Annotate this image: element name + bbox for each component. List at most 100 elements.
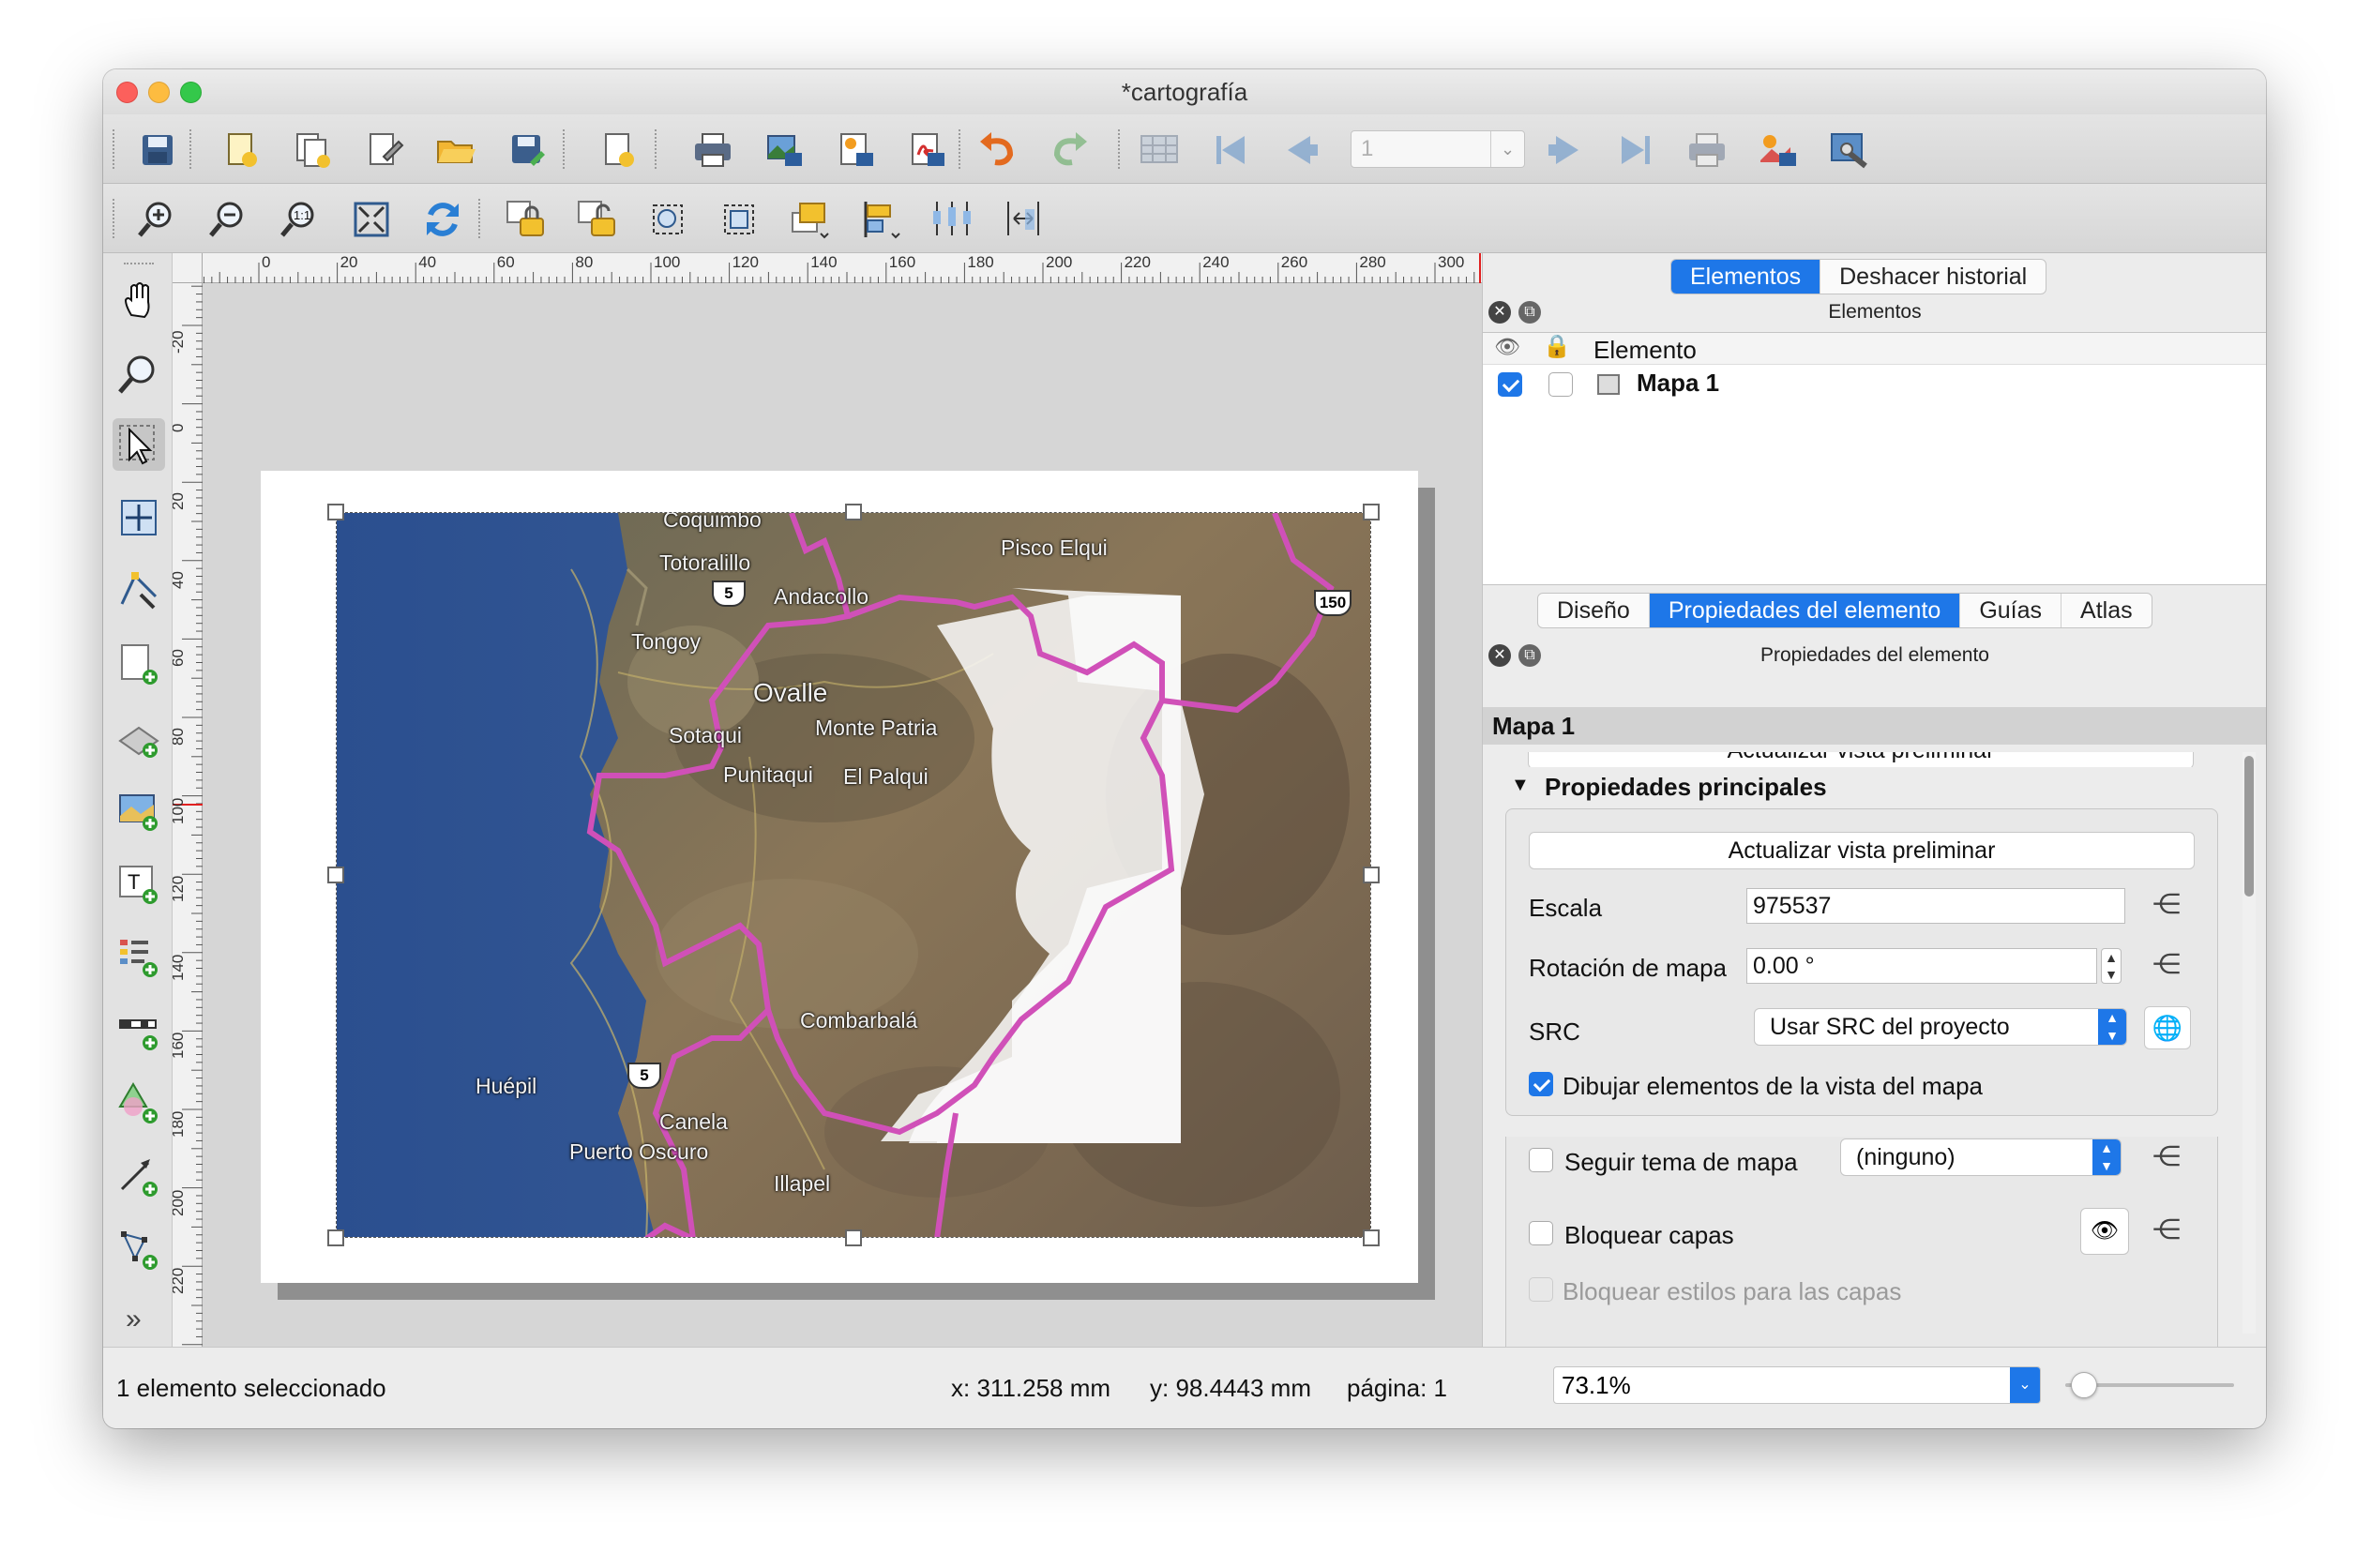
add-polygon-tool-icon[interactable] [113, 1223, 165, 1275]
tab-diseno[interactable]: Diseño [1538, 594, 1650, 627]
resize-items-icon[interactable] [1002, 197, 1047, 242]
atlas-export-icon[interactable] [1756, 128, 1801, 173]
export-image-icon[interactable] [762, 128, 807, 173]
close-dock-icon[interactable]: ✕ [1488, 644, 1511, 667]
add-page-tool-icon[interactable] [113, 638, 165, 690]
add-scalebar-tool-icon[interactable] [113, 1003, 165, 1056]
tab-propiedades-del-elemento[interactable]: Propiedades del elemento [1649, 594, 1961, 627]
visibility-presets-eye-icon[interactable]: 👁 [2080, 1208, 2129, 1255]
resize-handle[interactable] [1363, 504, 1380, 520]
add-label-tool-icon[interactable]: T [113, 857, 165, 910]
close-window-button[interactable] [116, 82, 138, 103]
atlas-preview-icon[interactable] [1137, 128, 1182, 173]
lock-layers-checkbox[interactable] [1529, 1221, 1553, 1245]
resize-handle[interactable] [327, 504, 344, 520]
visibility-checkbox[interactable] [1498, 372, 1522, 397]
horizontal-ruler[interactable]: 0 20 40 60 80 100 120 140 160 180 200 220 240 260 280 3… [203, 253, 1482, 283]
zoom-tool-icon[interactable] [113, 347, 165, 400]
atlas-last-icon[interactable] [1613, 128, 1658, 173]
clipped-update-preview-button[interactable]: Actualizar vista preliminar [1528, 752, 2194, 767]
update-preview-button[interactable]: Actualizar vista preliminar [1529, 832, 2195, 869]
resize-handle[interactable] [845, 1229, 862, 1246]
data-defined-override-icon[interactable]: ⋲ [2142, 1138, 2191, 1176]
crs-globe-icon[interactable]: 🌐 [2144, 1006, 2191, 1049]
unlock-items-icon[interactable] [574, 197, 619, 242]
zoom-actual-icon[interactable]: 1:1 [278, 197, 323, 242]
redo-icon[interactable] [1047, 128, 1092, 173]
atlas-page-combo[interactable]: 1 ⌄ [1351, 130, 1525, 168]
distribute-items-icon[interactable] [930, 197, 975, 242]
save-project-icon[interactable] [135, 128, 180, 173]
tab-guias[interactable]: Guías [1960, 594, 2062, 627]
atlas-first-icon[interactable] [1208, 128, 1253, 173]
atlas-print-icon[interactable] [1684, 128, 1729, 173]
resize-handle[interactable] [327, 867, 344, 883]
raise-items-icon[interactable] [788, 197, 833, 242]
add-arrow-tool-icon[interactable] [113, 1150, 165, 1202]
export-pdf-icon[interactable] [904, 128, 949, 173]
zoom-window-button[interactable] [180, 82, 202, 103]
zoom-full-icon[interactable] [349, 197, 394, 242]
composer-manager-icon[interactable] [362, 128, 407, 173]
align-items-icon[interactable] [859, 197, 904, 242]
map-item[interactable]: Coquimbo Totoralillo Andacollo Pisco Elqui T… [336, 512, 1371, 1238]
resize-handle[interactable] [1363, 867, 1380, 883]
open-template-icon[interactable] [433, 128, 478, 173]
draw-map-items-checkbox[interactable] [1529, 1072, 1553, 1096]
layout-canvas[interactable]: 0 20 40 60 80 100 120 140 160 180 200 220 240 260 280 3… [173, 253, 1482, 1347]
minimize-window-button[interactable] [148, 82, 170, 103]
lock-styles-checkbox[interactable] [1529, 1277, 1553, 1302]
more-tools-icon[interactable]: » [126, 1304, 142, 1335]
add-page-icon[interactable] [597, 128, 642, 173]
pan-tool-icon[interactable] [113, 274, 165, 326]
tree-item-label[interactable]: Mapa 1 [1637, 369, 1719, 398]
float-dock-icon[interactable]: ⧉ [1518, 301, 1541, 324]
add-shape-tool-icon[interactable] [113, 1077, 165, 1129]
export-svg-icon[interactable] [833, 128, 878, 173]
duplicate-composer-icon[interactable] [291, 128, 336, 173]
lock-items-icon[interactable] [503, 197, 548, 242]
atlas-settings-icon[interactable] [1827, 128, 1872, 173]
zoom-out-icon[interactable] [206, 197, 251, 242]
resize-handle[interactable] [327, 1229, 344, 1246]
edit-nodes-tool-icon[interactable] [113, 565, 165, 617]
elements-tree[interactable]: 👁 🔒 Elemento Mapa 1 [1483, 332, 2266, 585]
float-dock-icon[interactable]: ⧉ [1518, 644, 1541, 667]
tab-atlas[interactable]: Atlas [2061, 594, 2152, 627]
zoom-in-icon[interactable] [135, 197, 180, 242]
undo-icon[interactable] [975, 128, 1020, 173]
group-items-icon[interactable] [645, 197, 690, 242]
vertical-ruler[interactable]: -20 0 20 40 60 80 100 120 140 160 180 200 220 [173, 283, 203, 1347]
follow-theme-checkbox[interactable] [1529, 1148, 1553, 1172]
tab-deshacer-historial[interactable]: Deshacer historial [1820, 260, 2046, 294]
map-theme-select[interactable]: (ninguno) ▲ ▼ [1840, 1138, 2122, 1176]
add-picture-tool-icon[interactable] [113, 784, 165, 837]
add-3d-map-tool-icon[interactable] [113, 711, 165, 763]
resize-handle[interactable] [1363, 1229, 1380, 1246]
scale-input[interactable]: 975537 [1746, 888, 2125, 924]
crs-select[interactable]: Usar SRC del proyecto ▲ ▼ [1754, 1008, 2127, 1046]
atlas-prev-icon[interactable] [1279, 128, 1324, 173]
print-icon[interactable] [690, 128, 735, 173]
rotation-input[interactable]: 0.00 ° [1746, 948, 2097, 984]
resize-handle[interactable] [845, 504, 862, 520]
select-tool-icon[interactable] [113, 418, 165, 471]
ungroup-items-icon[interactable] [717, 197, 762, 242]
add-legend-tool-icon[interactable] [113, 930, 165, 983]
save-template-icon[interactable] [505, 128, 550, 173]
scroll-thumb[interactable] [2244, 756, 2254, 897]
zoom-combo[interactable]: 73.1% ⌄ [1553, 1366, 2041, 1404]
atlas-next-icon[interactable] [1542, 128, 1587, 173]
data-defined-override-icon[interactable]: ⋲ [2142, 1212, 2191, 1249]
rotation-stepper[interactable]: ▲ ▼ [2101, 948, 2122, 984]
close-dock-icon[interactable]: ✕ [1488, 301, 1511, 324]
refresh-icon[interactable] [420, 197, 465, 242]
new-composer-icon[interactable] [219, 128, 264, 173]
tab-elementos[interactable]: Elementos [1671, 260, 1821, 294]
move-content-tool-icon[interactable] [113, 491, 165, 544]
data-defined-override-icon[interactable]: ⋲ [2142, 886, 2191, 924]
collapse-triangle-icon[interactable]: ▼ [1511, 775, 1530, 796]
lock-checkbox[interactable] [1548, 372, 1573, 397]
zoom-slider-knob[interactable] [2071, 1372, 2097, 1398]
data-defined-override-icon[interactable]: ⋲ [2142, 946, 2191, 984]
